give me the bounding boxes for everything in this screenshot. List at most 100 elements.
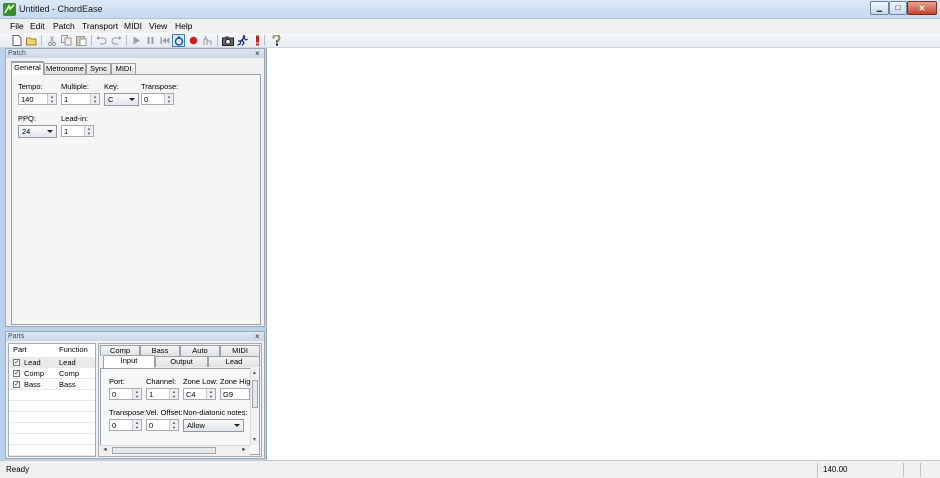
tab-lead[interactable]: Lead (208, 356, 260, 367)
play-icon[interactable] (130, 34, 143, 47)
channel-label: Channel: (146, 377, 177, 386)
nondiatonic-select[interactable]: Allow (183, 419, 244, 432)
runner-icon[interactable] (236, 34, 249, 47)
part-transpose-spin-buttons[interactable]: ▲ ▼ (132, 420, 141, 430)
transpose-spin-buttons[interactable]: ▲ ▼ (164, 94, 173, 104)
tab-output[interactable]: Output (155, 356, 208, 367)
menu-help[interactable]: Help (175, 21, 192, 31)
main-view[interactable] (266, 48, 940, 460)
column-part[interactable]: Part (13, 344, 27, 356)
part-enabled-checkbox[interactable]: ✓ (13, 381, 20, 388)
vertical-scrollbar[interactable]: ▲ ▼ (250, 368, 259, 445)
tap-icon[interactable] (201, 34, 214, 47)
part-name: Comp (24, 369, 45, 378)
pause-icon[interactable] (144, 34, 157, 47)
menu-transport[interactable]: Transport (82, 21, 118, 31)
table-row[interactable]: ✓ Comp Comp (9, 368, 95, 379)
zone-low-spin-buttons[interactable]: ▲ ▼ (206, 389, 215, 399)
minimize-button[interactable]: ▁ (870, 1, 889, 15)
zone-high-spinner[interactable]: G9 (220, 388, 250, 400)
key-select[interactable]: C (104, 93, 139, 106)
part-function: Lead (59, 358, 76, 367)
vel-offset-spinner[interactable]: 0 ▲ ▼ (146, 419, 179, 431)
column-function[interactable]: Function (59, 344, 88, 356)
table-row[interactable]: ✓ Bass Bass (9, 379, 95, 390)
zone-low-spinner[interactable]: C4 ▲ ▼ (183, 388, 216, 400)
scroll-right-icon[interactable]: ► (241, 447, 247, 453)
ppq-select[interactable]: 24 (18, 125, 57, 138)
paste-icon[interactable] (75, 34, 88, 47)
ppq-value: 24 (22, 127, 31, 136)
menu-patch[interactable]: Patch (53, 21, 75, 31)
new-icon[interactable] (10, 34, 23, 47)
status-bar: Ready 140.00 (0, 460, 940, 478)
tab-auto[interactable]: Auto (180, 345, 220, 356)
tab-general-selected[interactable]: General (11, 62, 44, 75)
vel-offset-spin-buttons[interactable]: ▲ ▼ (169, 420, 178, 430)
part-transpose-value: 0 (112, 421, 117, 430)
zone-high-label: Zone Hig (220, 377, 250, 386)
snapshot-icon[interactable] (221, 34, 234, 47)
tab-midi[interactable]: MIDI (111, 63, 136, 74)
leadin-value: 1 (64, 127, 69, 136)
maximize-button[interactable]: □ (889, 1, 907, 15)
horizontal-scrollbar[interactable]: ◄ ► (100, 445, 250, 455)
vel-offset-label: Vel. Offset: (146, 408, 183, 417)
tab-input[interactable]: Input (103, 355, 155, 368)
zone-high-value: G9 (223, 390, 234, 399)
scroll-down-icon[interactable]: ▼ (252, 437, 257, 443)
cut-icon[interactable] (45, 34, 58, 47)
channel-spin-buttons[interactable]: ▲ ▼ (169, 389, 178, 399)
toolbar (0, 33, 940, 48)
nondiatonic-value: Allow (187, 421, 205, 430)
status-tempo: 140.00 (823, 465, 848, 474)
leadin-spinner[interactable]: 1 ▲ ▼ (61, 125, 94, 137)
scroll-up-icon[interactable]: ▲ (252, 370, 257, 376)
table-row[interactable]: ✓ Lead Lead (9, 357, 95, 368)
scrollbar-thumb[interactable] (252, 380, 258, 408)
channel-spinner[interactable]: 1 ▲ ▼ (146, 388, 179, 400)
part-enabled-checkbox[interactable]: ✓ (13, 359, 20, 366)
redo-icon[interactable] (110, 34, 123, 47)
menu-file[interactable]: File (10, 21, 24, 31)
chordease-logo-icon (3, 3, 16, 16)
part-transpose-spinner[interactable]: 0 ▲ ▼ (109, 419, 142, 431)
toolbar-separator (41, 35, 42, 46)
part-function: Comp (59, 369, 80, 378)
key-value: C (108, 95, 114, 104)
tab-metronome[interactable]: Metronome (44, 63, 86, 74)
repeat-icon[interactable] (172, 34, 185, 47)
close-icon: ✕ (918, 3, 926, 13)
undo-icon[interactable] (95, 34, 108, 47)
menu-view[interactable]: View (149, 21, 167, 31)
close-button[interactable]: ✕ (907, 1, 937, 15)
scroll-left-icon[interactable]: ◄ (102, 447, 108, 453)
record-icon[interactable] (187, 34, 200, 47)
transpose-value: 0 (144, 95, 149, 104)
multiple-spinner[interactable]: 1 ▲ ▼ (61, 93, 100, 105)
chevron-down-icon (129, 98, 135, 101)
tab-midi[interactable]: MIDI (220, 345, 260, 356)
transpose-spinner[interactable]: 0 ▲ ▼ (141, 93, 174, 105)
tab-sync[interactable]: Sync (86, 63, 111, 74)
tempo-spinner[interactable]: 140 ▲ ▼ (18, 93, 57, 105)
port-spinner[interactable]: 0 ▲ ▼ (109, 388, 142, 400)
port-spin-buttons[interactable]: ▲ ▼ (132, 389, 141, 399)
panic-icon[interactable] (251, 34, 264, 47)
tempo-spin-buttons[interactable]: ▲ ▼ (47, 94, 56, 104)
menu-edit[interactable]: Edit (30, 21, 45, 31)
part-function: Bass (59, 380, 76, 389)
menu-midi[interactable]: MIDI (124, 21, 142, 31)
open-icon[interactable] (25, 34, 38, 47)
scrollbar-thumb[interactable] (112, 447, 216, 454)
patch-panel: Patch × General Metronome Sync MIDI Gene… (5, 48, 265, 327)
parts-panel-close-icon[interactable]: × (255, 333, 260, 341)
rewind-icon[interactable] (158, 34, 171, 47)
status-separator (817, 463, 818, 477)
copy-icon[interactable] (60, 34, 73, 47)
leadin-spin-buttons[interactable]: ▲ ▼ (84, 126, 93, 136)
help-icon[interactable] (270, 34, 283, 47)
part-enabled-checkbox[interactable]: ✓ (13, 370, 20, 377)
multiple-spin-buttons[interactable]: ▲ ▼ (90, 94, 99, 104)
patch-panel-close-icon[interactable]: × (255, 50, 260, 58)
